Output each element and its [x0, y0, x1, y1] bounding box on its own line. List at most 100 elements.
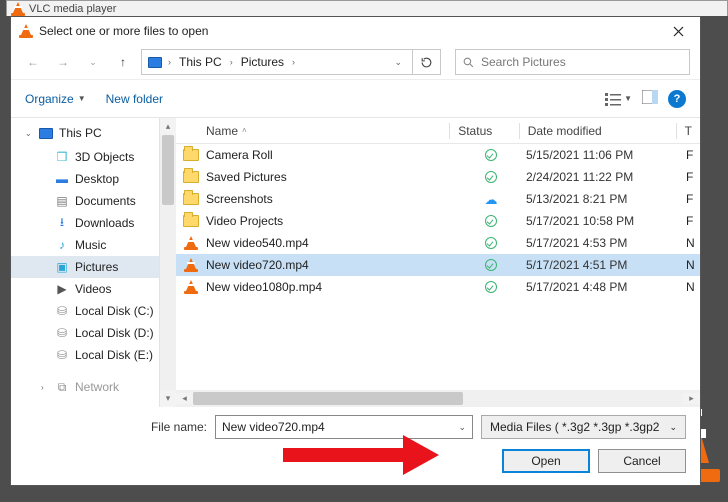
- nav-row: ← → ⌄ ↑ › This PC › Pictures › ⌄ Search …: [11, 45, 700, 79]
- column-date[interactable]: Date modified: [520, 124, 676, 138]
- synced-icon: [485, 281, 497, 293]
- chevron-right-icon[interactable]: ›: [228, 57, 235, 67]
- folder-icon: [183, 193, 199, 205]
- file-row[interactable]: Camera Roll5/15/2021 11:06 PMF: [176, 144, 700, 166]
- sidebar-item-label: Local Disk (C:): [75, 304, 154, 318]
- chevron-down-icon[interactable]: ⌄: [458, 422, 466, 433]
- breadcrumb-this-pc[interactable]: This PC: [175, 55, 226, 69]
- folder-icon: [183, 149, 199, 161]
- sidebar-scrollbar[interactable]: ▴ ▾: [159, 118, 176, 407]
- chevron-down-icon[interactable]: ⌄: [388, 57, 408, 68]
- back-button[interactable]: ←: [21, 50, 45, 74]
- column-status[interactable]: Status: [450, 124, 519, 138]
- dialog-footer: File name: New video720.mp4 ⌄ Media File…: [11, 407, 700, 485]
- file-row[interactable]: New video720.mp45/17/2021 4:51 PMN: [176, 254, 700, 276]
- sidebar-item-label: Local Disk (E:): [75, 348, 153, 362]
- scroll-down-icon[interactable]: ▾: [160, 390, 176, 407]
- parent-app-titlebar: VLC media player: [6, 0, 728, 16]
- sidebar-item-3d-objects[interactable]: ❒3D Objects: [11, 146, 176, 168]
- preview-pane-icon: [642, 90, 658, 104]
- help-button[interactable]: ?: [668, 90, 686, 108]
- file-row[interactable]: New video540.mp45/17/2021 4:53 PMN: [176, 232, 700, 254]
- chevron-down-icon: ▼: [624, 94, 632, 103]
- file-type: F: [686, 192, 700, 206]
- sidebar-item-network[interactable]: ›⧉Network: [11, 376, 176, 398]
- refresh-button[interactable]: [413, 49, 441, 75]
- breadcrumb-pictures[interactable]: Pictures: [237, 55, 288, 69]
- dl-icon: ⭳: [55, 216, 69, 230]
- open-button[interactable]: Open: [502, 449, 590, 473]
- file-date: 5/13/2021 8:21 PM: [526, 192, 686, 206]
- file-name-value: New video720.mp4: [222, 420, 325, 434]
- net-icon: ⧉: [55, 380, 69, 394]
- column-name[interactable]: Name ˄: [176, 124, 449, 138]
- scroll-up-icon[interactable]: ▴: [160, 118, 176, 135]
- expand-icon[interactable]: ›: [41, 383, 49, 392]
- organize-button[interactable]: Organize ▼: [25, 92, 86, 106]
- cancel-button[interactable]: Cancel: [598, 449, 686, 473]
- search-input[interactable]: Search Pictures: [455, 49, 690, 75]
- sidebar-item-local-disk-d-[interactable]: ⛁Local Disk (D:): [11, 322, 176, 344]
- chevron-down-icon: ⌄: [669, 422, 677, 433]
- column-type[interactable]: T: [677, 124, 700, 138]
- synced-icon: [485, 259, 497, 271]
- file-row[interactable]: Saved Pictures2/24/2021 11:22 PMF: [176, 166, 700, 188]
- sidebar-item-documents[interactable]: ▤ Documents: [11, 190, 176, 212]
- close-icon: [673, 26, 684, 37]
- expand-icon[interactable]: ⌄: [25, 129, 33, 138]
- file-horizontal-scrollbar[interactable]: ◂ ▸: [176, 390, 700, 407]
- list-view-icon: [605, 92, 621, 106]
- scroll-right-icon[interactable]: ▸: [683, 393, 700, 404]
- scrollbar-thumb[interactable]: [193, 392, 463, 405]
- file-type: F: [686, 148, 700, 162]
- sidebar-item-this-pc[interactable]: ⌄This PC: [11, 122, 176, 144]
- folder-icon: [183, 215, 199, 227]
- sidebar-item-music[interactable]: ♪Music: [11, 234, 176, 256]
- sidebar-item-videos[interactable]: ▶Videos: [11, 278, 176, 300]
- sidebar-item-label: Local Disk (D:): [75, 326, 154, 340]
- file-date: 5/17/2021 10:58 PM: [526, 214, 686, 228]
- chevron-right-icon[interactable]: ›: [166, 57, 173, 67]
- close-button[interactable]: [656, 17, 700, 45]
- column-headers: Name ˄ Status Date modified T: [176, 118, 700, 144]
- sidebar-item-label: 3D Objects: [75, 150, 134, 164]
- sort-asc-icon: ˄: [242, 126, 247, 135]
- chevron-right-icon[interactable]: ›: [290, 57, 297, 67]
- sidebar-item-pictures[interactable]: ▣Pictures: [11, 256, 176, 278]
- search-icon: [462, 56, 475, 69]
- file-type-filter[interactable]: Media Files ( *.3g2 *.3gp *.3gp2 ⌄: [481, 415, 686, 439]
- new-folder-button[interactable]: New folder: [106, 92, 163, 106]
- synced-icon: [485, 149, 497, 161]
- file-pane: Name ˄ Status Date modified T Camera Rol…: [176, 118, 700, 407]
- scroll-left-icon[interactable]: ◂: [176, 393, 193, 404]
- sidebar-item-label: Downloads: [75, 216, 134, 230]
- breadcrumb[interactable]: › This PC › Pictures › ⌄: [141, 49, 413, 75]
- sidebar-item-local-disk-e-[interactable]: ⛁ Local Disk (E:): [11, 344, 176, 366]
- toolbar: Organize ▼ New folder ▼ ?: [11, 79, 700, 117]
- parent-app-title: VLC media player: [29, 3, 116, 15]
- sidebar-item-desktop[interactable]: ▬Desktop: [11, 168, 176, 190]
- recent-dropdown-icon[interactable]: ⌄: [81, 50, 105, 74]
- vlc-icon: [184, 280, 198, 294]
- sidebar-item-label: Music: [75, 238, 106, 252]
- preview-pane-button[interactable]: [642, 90, 658, 107]
- file-row[interactable]: New video1080p.mp45/17/2021 4:48 PMN: [176, 276, 700, 298]
- search-placeholder: Search Pictures: [481, 55, 566, 69]
- disk-icon: ⛁: [55, 348, 69, 362]
- sidebar-item-label: Documents: [75, 194, 136, 208]
- file-row[interactable]: Video Projects5/17/2021 10:58 PMF: [176, 210, 700, 232]
- file-type: N: [686, 280, 700, 294]
- doc-icon: ▤: [55, 194, 69, 208]
- view-options-button[interactable]: ▼: [605, 92, 632, 106]
- sidebar-item-local-disk-c-[interactable]: ⛁Local Disk (C:): [11, 300, 176, 322]
- file-row[interactable]: Screenshots☁5/13/2021 8:21 PMF: [176, 188, 700, 210]
- file-name: Saved Pictures: [206, 170, 456, 184]
- vlc-icon: [184, 258, 198, 272]
- up-button[interactable]: ↑: [111, 50, 135, 74]
- forward-button: →: [51, 50, 75, 74]
- sidebar-item-downloads[interactable]: ⭳ Downloads: [11, 212, 176, 234]
- file-name: Camera Roll: [206, 148, 456, 162]
- vlc-icon: [11, 2, 25, 16]
- scrollbar-thumb[interactable]: [162, 135, 174, 205]
- refresh-icon: [420, 56, 433, 69]
